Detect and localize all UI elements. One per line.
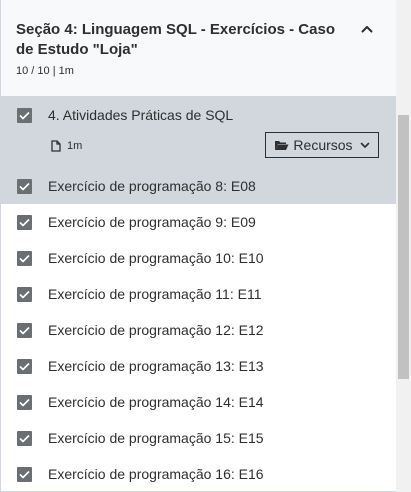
checkmark-icon [19,218,30,227]
lecture-title: Exercício de programação 10: E10 [48,250,264,266]
resources-label: Recursos [293,137,353,153]
file-icon [51,140,61,152]
lecture-title: Exercício de programação 16: E16 [48,466,264,482]
section-header[interactable]: Seção 4: Linguagem SQL - Exercícios - Ca… [1,0,396,97]
checkmark-icon [19,111,30,120]
lecture-item[interactable]: Exercício de programação 11: E11 [1,276,396,312]
checkmark-icon [19,362,30,371]
completion-checkbox[interactable] [17,467,32,482]
lecture-item[interactable]: Exercício de programação 15: E15 [1,420,396,456]
lecture-title: Exercício de programação 12: E12 [48,322,264,338]
checkmark-icon [19,254,30,263]
lecture-title: Exercício de programação 13: E13 [48,358,264,374]
checkmark-icon [19,470,30,479]
scrollbar-track[interactable] [396,0,411,492]
completion-checkbox[interactable] [17,323,32,338]
lecture-item[interactable]: Exercício de programação 13: E13 [1,348,396,384]
checkmark-icon [19,398,30,407]
completion-checkbox[interactable] [17,359,32,374]
lecture-item[interactable]: Exercício de programação 14: E14 [1,384,396,420]
completion-checkbox[interactable] [17,395,32,410]
completion-checkbox[interactable] [17,179,32,194]
checkmark-icon [19,326,30,335]
section-progress: 10 / 10 | 1m [16,65,74,77]
lecture-title: Exercício de programação 9: E09 [48,214,256,230]
lecture-item-active[interactable]: 4. Atividades Práticas de SQL 1m Recurso… [1,97,396,168]
completion-checkbox[interactable] [17,215,32,230]
completion-checkbox[interactable] [17,287,32,302]
lecture-item[interactable]: Exercício de programação 9: E09 [1,204,396,240]
duration-label: 1m [67,140,83,152]
lecture-item[interactable]: Exercício de programação 16: E16 [1,456,396,492]
resources-dropdown-button[interactable]: Recursos [265,132,379,158]
lecture-title: Exercício de programação 11: E11 [48,286,262,302]
completion-checkbox[interactable] [17,251,32,266]
lecture-item[interactable]: Exercício de programação 12: E12 [1,312,396,348]
section-title: Seção 4: Linguagem SQL - Exercícios - Ca… [16,21,335,58]
completion-checkbox[interactable] [17,431,32,446]
lecture-title: 4. Atividades Práticas de SQL [48,107,234,123]
scrollbar-thumb[interactable] [398,115,409,379]
completion-checkbox[interactable] [17,108,32,123]
lecture-title: Exercício de programação 8: E08 [48,178,256,194]
folder-open-icon [275,141,289,150]
collapse-section-button[interactable] [358,20,376,38]
lecture-title: Exercício de programação 14: E14 [48,394,264,410]
lecture-item[interactable]: Exercício de programação 8: E08 [1,168,396,204]
checkmark-icon [19,182,30,191]
lecture-title: Exercício de programação 15: E15 [48,430,264,446]
lecture-duration: 1m [51,140,82,152]
lecture-item[interactable]: Exercício de programação 10: E10 [1,240,396,276]
chevron-up-icon [361,26,373,33]
checkmark-icon [19,434,30,443]
checkmark-icon [19,290,30,299]
curriculum-panel: Seção 4: Linguagem SQL - Exercícios - Ca… [0,0,396,492]
chevron-down-icon [360,142,369,148]
